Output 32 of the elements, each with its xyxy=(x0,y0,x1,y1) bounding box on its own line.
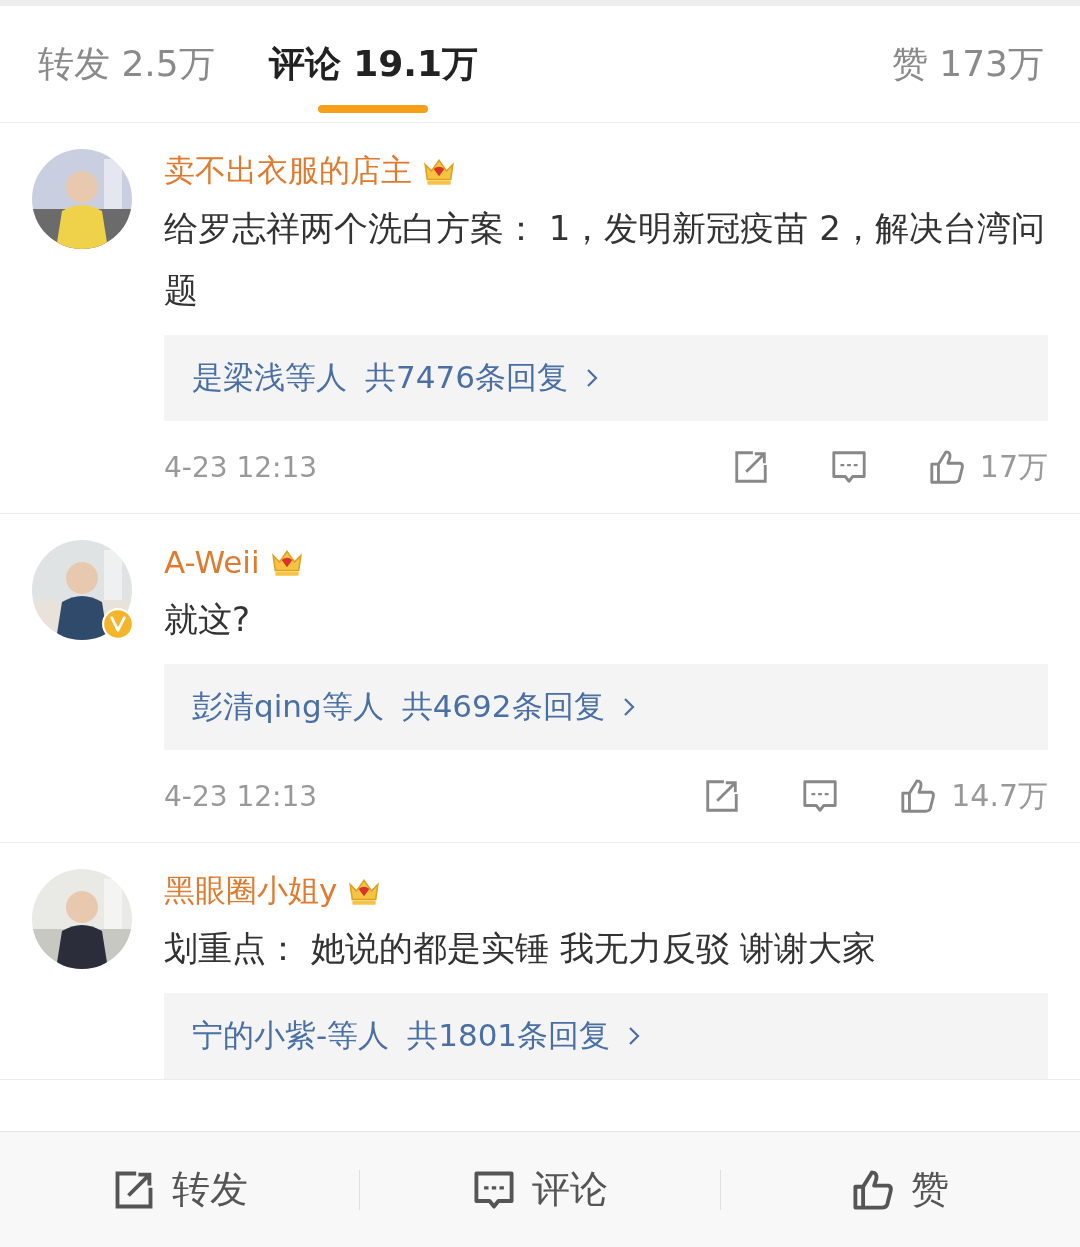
chevron-icon xyxy=(585,368,598,388)
replies-panel[interactable]: 彭清qing等人 共4692条回复 xyxy=(164,664,1048,750)
bottom-action-button[interactable]: 转发 xyxy=(0,1132,360,1247)
replies-panel[interactable]: 是梁浅等人 共7476条回复 xyxy=(164,335,1048,421)
comment-icon[interactable] xyxy=(801,777,840,815)
user-name[interactable]: A-Weii xyxy=(164,544,260,580)
tab[interactable]: 赞 173万 xyxy=(891,15,1044,113)
comment-time: 4-23 12:13 xyxy=(164,450,318,484)
bottom-action-button[interactable]: 评论 xyxy=(360,1132,720,1247)
chevron-icon xyxy=(622,697,635,717)
like-button[interactable]: 17万 xyxy=(927,446,1048,488)
reply-users[interactable]: 彭清qing等人 xyxy=(192,686,384,728)
comment-text: 就这? xyxy=(164,598,252,641)
reply-users[interactable]: 是梁浅等人 xyxy=(192,357,347,399)
reply-count[interactable]: 共4692条回复 xyxy=(401,686,605,728)
bottom-action-button[interactable]: 赞 xyxy=(720,1132,1080,1247)
comment-text: 划重点： 她说的都是实锤 我无力反驳 谢谢大家 xyxy=(164,927,878,970)
reply-count[interactable]: 共1801条回复 xyxy=(407,1015,611,1057)
tab[interactable]: 转发 2.5万 xyxy=(38,15,215,113)
comment-text: 给罗志祥两个洗白方案： 1，发明新冠疫苗 2，解决台湾问题 xyxy=(164,207,1046,312)
tab[interactable]: 评论 19.1万 xyxy=(268,15,479,113)
comment-time: 4-23 12:13 xyxy=(164,779,318,813)
like-button[interactable]: 14.7万 xyxy=(899,775,1048,817)
reply-users[interactable]: 宁的小紫-等人 xyxy=(192,1015,390,1057)
thumbs-up-icon xyxy=(927,448,966,486)
replies-panel[interactable]: 宁的小紫-等人 共1801条回复 xyxy=(164,993,1048,1079)
user-name[interactable]: 黑眼圈小姐y xyxy=(164,870,338,912)
chevron-icon xyxy=(628,1026,641,1046)
reply-count[interactable]: 共7476条回复 xyxy=(365,357,568,399)
comment-icon[interactable] xyxy=(829,448,868,486)
thumbs-up-icon xyxy=(899,777,938,815)
user-name[interactable]: 卖不出衣服的店主 xyxy=(164,150,412,192)
